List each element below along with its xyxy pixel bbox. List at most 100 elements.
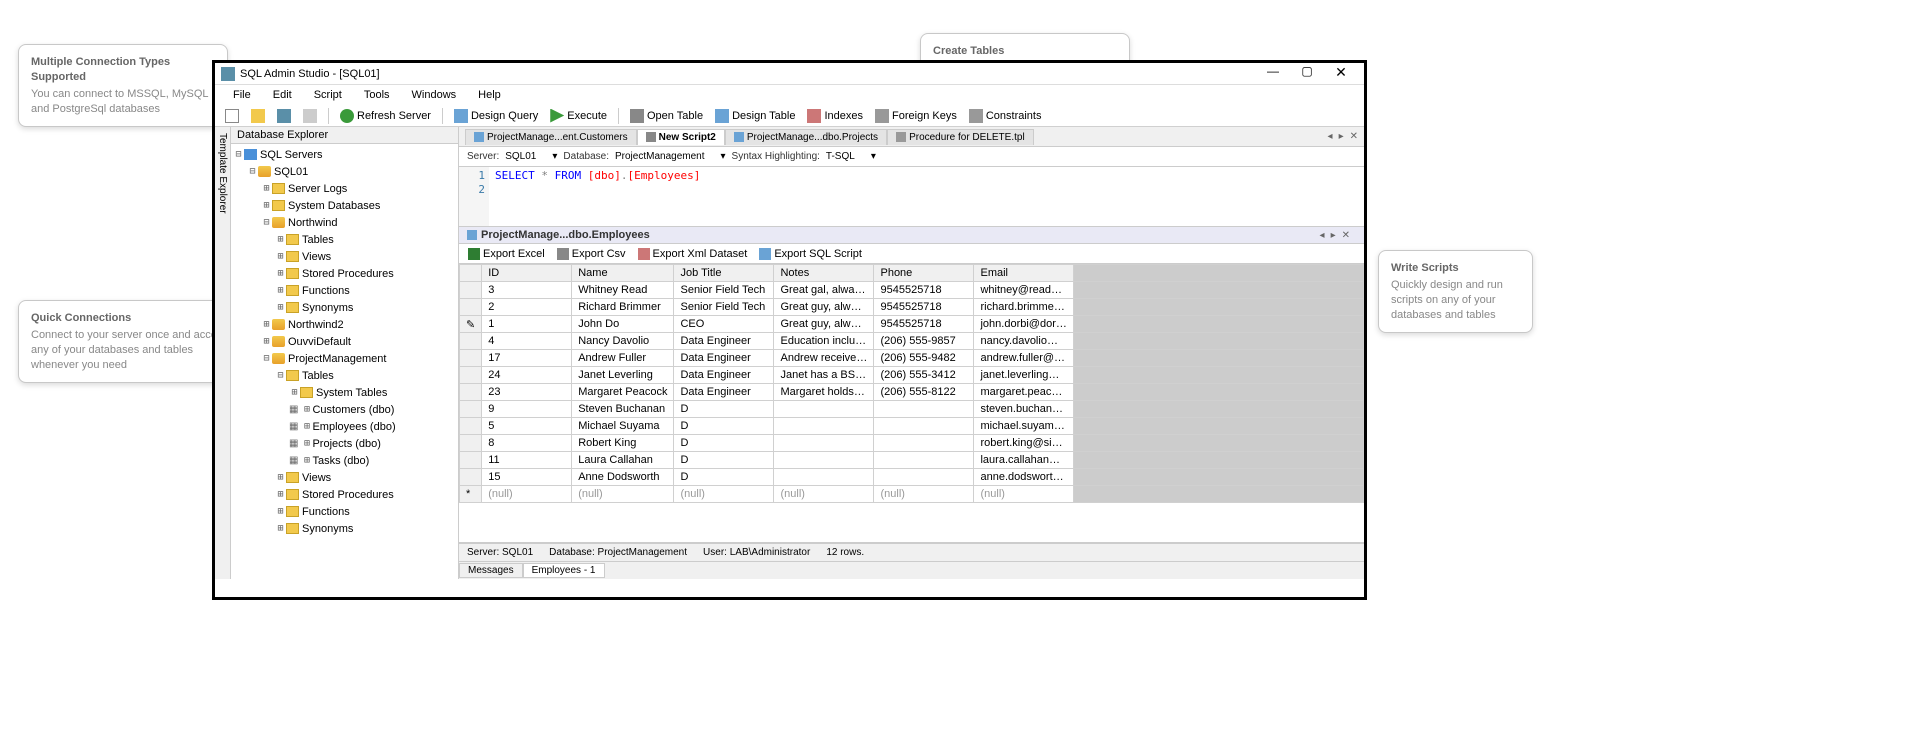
menu-script[interactable]: Script bbox=[304, 87, 352, 103]
tab-next[interactable]: ▸ bbox=[1337, 131, 1346, 142]
cell-email[interactable]: anne.dodsworth@s... bbox=[974, 469, 1074, 486]
cell-job[interactable]: D bbox=[674, 435, 774, 452]
row-selector[interactable] bbox=[460, 384, 482, 401]
cell-name[interactable]: Nancy Davolio bbox=[572, 333, 674, 350]
new-button[interactable] bbox=[221, 107, 243, 125]
cell-id[interactable]: 15 bbox=[482, 469, 572, 486]
cell-email[interactable]: whitney@reado.com bbox=[974, 282, 1074, 299]
cell-job[interactable]: Data Engineer bbox=[674, 333, 774, 350]
cell-id[interactable]: 1 bbox=[482, 316, 572, 333]
cell-notes[interactable] bbox=[774, 418, 874, 435]
table-row[interactable]: 9Steven BuchananDsteven.buchanan@... bbox=[460, 401, 1364, 418]
cell-name[interactable]: Anne Dodsworth bbox=[572, 469, 674, 486]
cell-email[interactable]: nancy.davolio@si... bbox=[974, 333, 1074, 350]
cell-phone[interactable]: 9545525718 bbox=[874, 299, 974, 316]
menu-edit[interactable]: Edit bbox=[263, 87, 302, 103]
table-row[interactable]: 8Robert KingDrobert.king@simeg... bbox=[460, 435, 1364, 452]
result-grid[interactable]: ID Name Job Title Notes Phone Email 3Whi… bbox=[459, 264, 1364, 543]
tree[interactable]: ⊟SQL Servers ⊟SQL01 ⊞Server Logs ⊞System… bbox=[231, 144, 458, 579]
template-explorer-tab[interactable]: Template Explorer bbox=[215, 127, 231, 579]
cell-name[interactable]: Whitney Read bbox=[572, 282, 674, 299]
tree-root[interactable]: ⊟SQL Servers bbox=[233, 146, 456, 163]
cell-notes[interactable]: Janet has a BS degr... bbox=[774, 367, 874, 384]
tree-server[interactable]: ⊟SQL01 bbox=[233, 163, 456, 180]
cell-email[interactable]: michael.suyama@s... bbox=[974, 418, 1074, 435]
cell-name[interactable]: Andrew Fuller bbox=[572, 350, 674, 367]
tree-tables[interactable]: ⊞Tables bbox=[233, 231, 456, 248]
cell-id[interactable]: 4 bbox=[482, 333, 572, 350]
cell-email[interactable]: john.dorbi@dorbi.c... bbox=[974, 316, 1074, 333]
cell-phone[interactable]: 9545525718 bbox=[874, 282, 974, 299]
cell[interactable]: (null) bbox=[674, 486, 774, 503]
col-id[interactable]: ID bbox=[482, 265, 572, 282]
row-selector[interactable] bbox=[460, 333, 482, 350]
cell-job[interactable]: Data Engineer bbox=[674, 350, 774, 367]
col-notes[interactable]: Notes bbox=[774, 265, 874, 282]
cell[interactable]: (null) bbox=[572, 486, 674, 503]
cell-phone[interactable] bbox=[874, 418, 974, 435]
cell-email[interactable]: andrew.fuller@sim... bbox=[974, 350, 1074, 367]
cell-phone[interactable] bbox=[874, 452, 974, 469]
cell-phone[interactable]: 9545525718 bbox=[874, 316, 974, 333]
cell-notes[interactable]: Margaret holds a B... bbox=[774, 384, 874, 401]
cell-email[interactable]: robert.king@simeg... bbox=[974, 435, 1074, 452]
tree-pm-sprocs[interactable]: ⊞Stored Procedures bbox=[233, 486, 456, 503]
table-row[interactable]: 4Nancy DavolioData EngineerEducation inc… bbox=[460, 333, 1364, 350]
cell-phone[interactable]: (206) 555-8122 bbox=[874, 384, 974, 401]
cell-id[interactable]: 9 bbox=[482, 401, 572, 418]
cell-notes[interactable] bbox=[774, 452, 874, 469]
row-selector[interactable] bbox=[460, 418, 482, 435]
design-table-button[interactable]: Design Table bbox=[711, 107, 799, 125]
row-selector[interactable] bbox=[460, 299, 482, 316]
table-row[interactable]: 23Margaret PeacockData EngineerMargaret … bbox=[460, 384, 1364, 401]
cell-phone[interactable] bbox=[874, 401, 974, 418]
save-button[interactable] bbox=[273, 107, 295, 125]
tab-messages[interactable]: Messages bbox=[459, 563, 523, 578]
menu-file[interactable]: File bbox=[223, 87, 261, 103]
cell-job[interactable]: D bbox=[674, 452, 774, 469]
tab-customers[interactable]: ProjectManage...ent.Customers bbox=[465, 129, 637, 145]
tree-ouvvidefault[interactable]: ⊞OuvviDefault bbox=[233, 333, 456, 350]
table-row[interactable]: 5Michael SuyamaDmichael.suyama@s... bbox=[460, 418, 1364, 435]
cell-id[interactable]: 8 bbox=[482, 435, 572, 452]
tree-pm-views[interactable]: ⊞Views bbox=[233, 469, 456, 486]
row-selector[interactable] bbox=[460, 282, 482, 299]
cell-notes[interactable]: Great guy, always g... bbox=[774, 316, 874, 333]
cell-id[interactable]: 2 bbox=[482, 299, 572, 316]
tab-close[interactable]: ✕ bbox=[1348, 131, 1360, 142]
cell-id[interactable]: 5 bbox=[482, 418, 572, 435]
cell[interactable]: (null) bbox=[874, 486, 974, 503]
cell-job[interactable]: CEO bbox=[674, 316, 774, 333]
tree-synonyms[interactable]: ⊞Synonyms bbox=[233, 299, 456, 316]
tree-stored-procedures[interactable]: ⊞Stored Procedures bbox=[233, 265, 456, 282]
row-selector[interactable] bbox=[460, 350, 482, 367]
tree-table-tasks[interactable]: ⊞Tasks (dbo) bbox=[233, 452, 456, 469]
refresh-server-button[interactable]: Refresh Server bbox=[336, 107, 435, 125]
cell-email[interactable]: margaret.peacock... bbox=[974, 384, 1074, 401]
table-row[interactable]: ✎1John DoCEOGreat guy, always g...954552… bbox=[460, 316, 1364, 333]
cell-id[interactable]: 24 bbox=[482, 367, 572, 384]
cell-job[interactable]: D bbox=[674, 469, 774, 486]
cell-name[interactable]: Richard Brimmer bbox=[572, 299, 674, 316]
row-selector[interactable] bbox=[460, 401, 482, 418]
tree-table-projects[interactable]: ⊞Projects (dbo) bbox=[233, 435, 456, 452]
tree-pm-tables[interactable]: ⊟Tables bbox=[233, 367, 456, 384]
cell-name[interactable]: Michael Suyama bbox=[572, 418, 674, 435]
tree-pm-synonyms[interactable]: ⊞Synonyms bbox=[233, 520, 456, 537]
grid-new-row[interactable]: * (null) (null) (null) (null) (null) (nu… bbox=[460, 486, 1364, 503]
row-selector[interactable] bbox=[460, 435, 482, 452]
tree-server-logs[interactable]: ⊞Server Logs bbox=[233, 180, 456, 197]
cell-name[interactable]: Laura Callahan bbox=[572, 452, 674, 469]
table-row[interactable]: 15Anne DodsworthDanne.dodsworth@s... bbox=[460, 469, 1364, 486]
row-selector[interactable] bbox=[460, 452, 482, 469]
minimize-button[interactable]: — bbox=[1256, 64, 1290, 84]
constraints-button[interactable]: Constraints bbox=[965, 107, 1046, 125]
tree-system-tables[interactable]: ⊞System Tables bbox=[233, 384, 456, 401]
sql-editor[interactable]: 12 SELECT * FROM [dbo].[Employees] bbox=[459, 167, 1364, 227]
export-xml-button[interactable]: Export Xml Dataset bbox=[635, 247, 751, 261]
cell[interactable]: (null) bbox=[774, 486, 874, 503]
cell-name[interactable]: Margaret Peacock bbox=[572, 384, 674, 401]
tab-projects[interactable]: ProjectManage...dbo.Projects bbox=[725, 129, 887, 145]
table-row[interactable]: 24Janet LeverlingData EngineerJanet has … bbox=[460, 367, 1364, 384]
cell-job[interactable]: Senior Field Tech bbox=[674, 299, 774, 316]
